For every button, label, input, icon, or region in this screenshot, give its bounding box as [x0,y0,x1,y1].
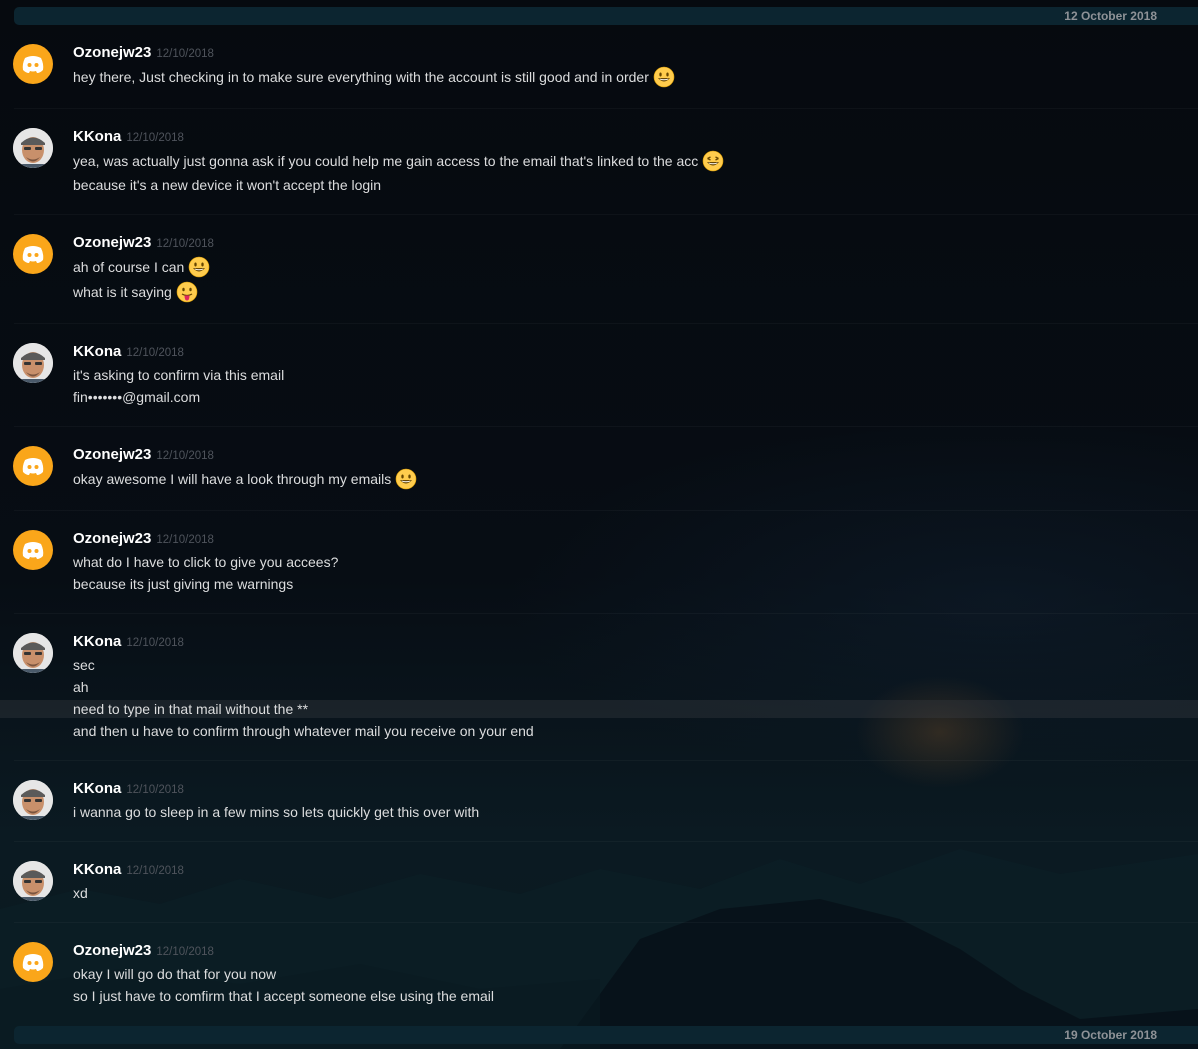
message-separator [14,922,1198,923]
message-text: so I just have to comfirm that I accept … [73,988,494,1004]
message-separator [14,613,1198,614]
message-text[interactable]: need to type in that mail without the ** [73,698,308,720]
date-divider-label: 19 October 2018 [1064,1028,1157,1042]
chat-log: 12 October 2018 Ozonejw23 12/10/2018 hey … [0,0,1198,1049]
message-separator [14,214,1198,215]
message-separator [14,760,1198,761]
timestamp: 12/10/2018 [156,48,214,60]
username[interactable]: KKona 12/10/2018 [73,861,184,878]
username[interactable]: KKona 12/10/2018 [73,343,184,360]
tongue-face-icon [176,281,198,303]
user-avatar[interactable] [13,861,53,901]
grinning-face-icon [653,66,675,88]
grinning-face-icon [395,468,417,490]
user-avatar[interactable] [13,128,53,168]
timestamp: 12/10/2018 [126,784,184,796]
message-text: hey there, Just checking in to make sure… [73,66,675,88]
message-text: yea, was actually just gonna ask if you … [73,150,724,172]
message-separator [14,323,1198,324]
discord-logo-icon[interactable] [13,446,53,486]
message-text: i wanna go to sleep in a few mins so let… [73,804,480,820]
date-divider-label: 12 October 2018 [1064,9,1157,23]
grinning-squinting-face-icon [702,150,724,172]
discord-logo-icon[interactable] [13,234,53,274]
discord-logo-icon[interactable] [13,44,53,84]
discord-logo-icon[interactable] [13,530,53,570]
date-divider-top: 12 October 2018 [14,7,1198,25]
message-text: because it's a new device it won't accep… [73,177,382,193]
message-text: okay awesome I will have a look through … [73,468,417,490]
message-text: ah of course I can [73,256,210,278]
username[interactable]: KKona 12/10/2018 [73,780,184,797]
timestamp: 12/10/2018 [156,946,214,958]
message-separator [14,510,1198,511]
timestamp: 12/10/2018 [126,865,184,877]
message-text: because its just giving me warnings [73,576,294,592]
message-text: ah [73,679,89,695]
username[interactable]: KKona 12/10/2018 [73,633,184,650]
username[interactable]: Ozonejw23 12/10/2018 [73,530,214,547]
discord-logo-icon[interactable] [13,942,53,982]
timestamp: 12/10/2018 [156,238,214,250]
message-text: xd [73,885,88,901]
timestamp: 12/10/2018 [126,347,184,359]
timestamp: 12/10/2018 [156,450,214,462]
timestamp: 12/10/2018 [126,637,184,649]
message-separator [14,108,1198,109]
grinning-face-icon [188,256,210,278]
username[interactable]: Ozonejw23 12/10/2018 [73,942,214,959]
message-separator [14,426,1198,427]
date-divider-bottom: 19 October 2018 [14,1026,1198,1044]
message-text: what is it saying [73,281,198,303]
message-text: sec [73,657,95,673]
message-text: fin•••••••@gmail.com [73,389,201,405]
message-text: and then u have to confirm through whate… [73,723,534,739]
username[interactable]: Ozonejw23 12/10/2018 [73,446,214,463]
user-avatar[interactable] [13,780,53,820]
message-separator [14,841,1198,842]
message-text: it's asking to confirm via this email [73,367,285,383]
terrain-silhouette [0,849,1198,1049]
username[interactable]: Ozonejw23 12/10/2018 [73,234,214,251]
username[interactable]: KKona 12/10/2018 [73,128,184,145]
timestamp: 12/10/2018 [156,534,214,546]
username[interactable]: Ozonejw23 12/10/2018 [73,44,214,61]
user-avatar[interactable] [13,633,53,673]
user-avatar[interactable] [13,343,53,383]
message-text: what do I have to click to give you acce… [73,554,339,570]
timestamp: 12/10/2018 [126,132,184,144]
message-text: okay I will go do that for you now [73,966,277,982]
